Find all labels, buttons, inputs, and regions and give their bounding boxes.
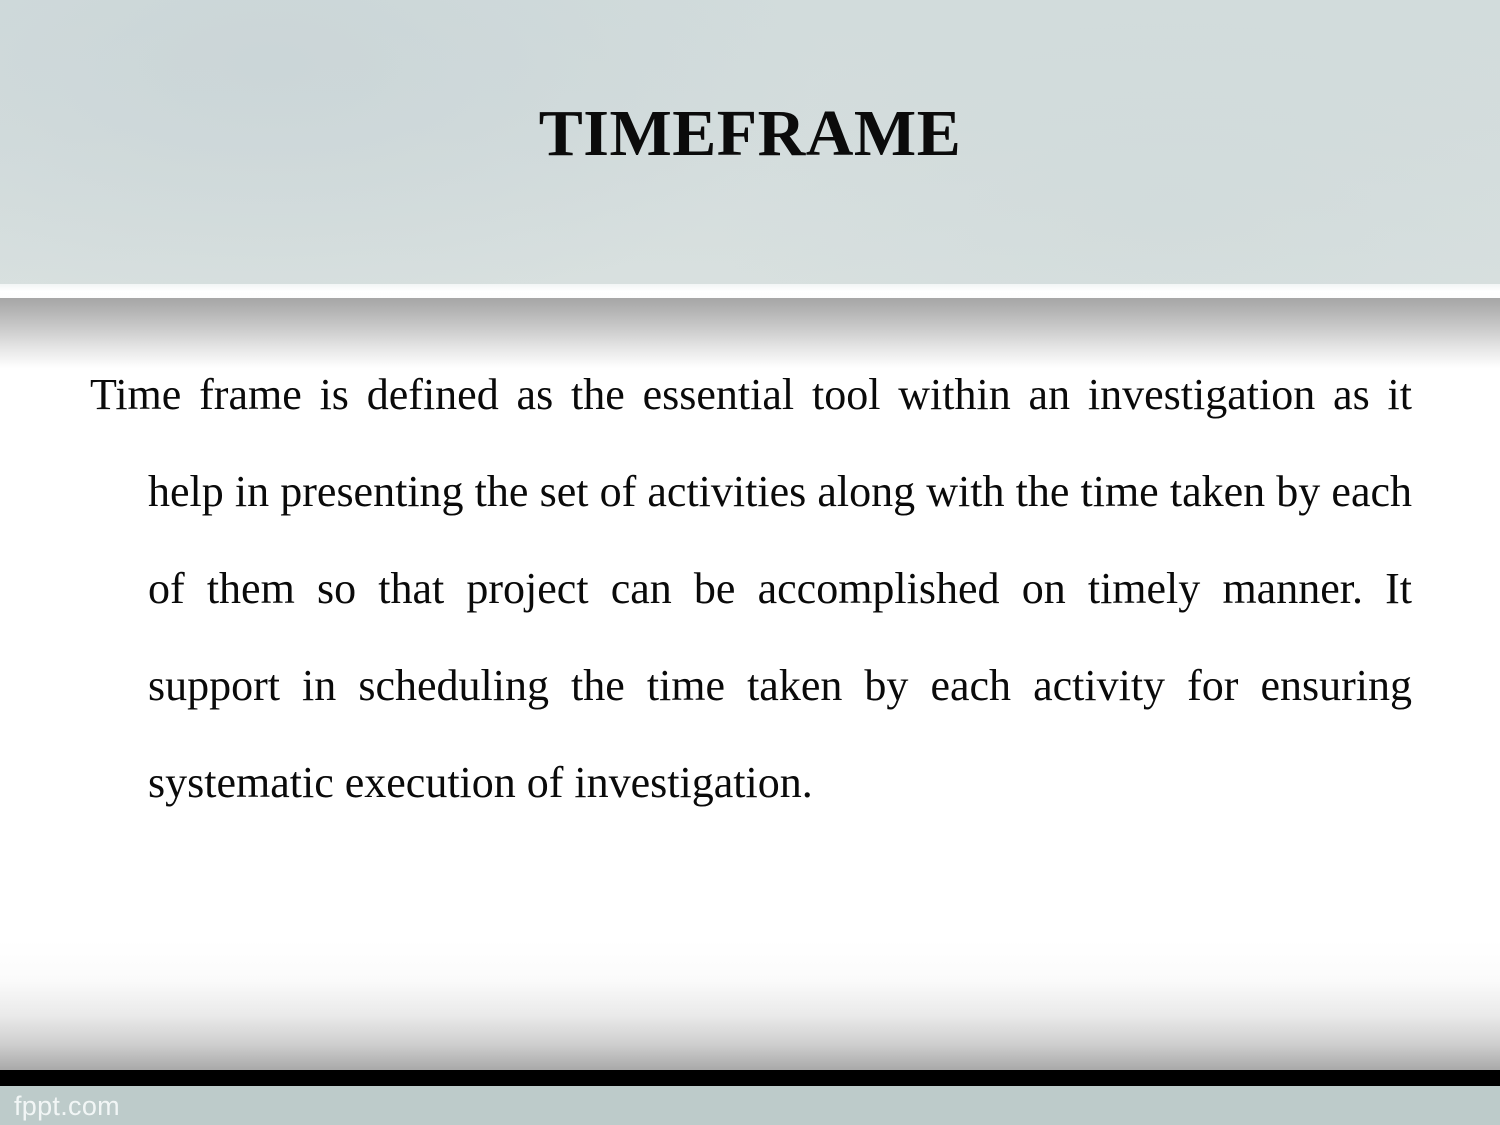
header-highlight-divider: [0, 284, 1500, 298]
footer-brand-label: fppt.com: [14, 1091, 120, 1121]
body-paragraph-block: Time frame is defined as the essential t…: [90, 346, 1412, 831]
presentation-slide: TIMEFRAME Time frame is defined as the e…: [0, 0, 1500, 1125]
footer-shadow-gradient: [0, 940, 1500, 1070]
body-paragraph: Time frame is defined as the essential t…: [90, 370, 1412, 807]
slide-body: Time frame is defined as the essential t…: [0, 368, 1500, 940]
page-title: TIMEFRAME: [538, 97, 962, 170]
slide-header-band: TIMEFRAME: [0, 0, 1500, 284]
slide-footer-band: fppt.com: [0, 1086, 1500, 1125]
footer-black-bar: [0, 1070, 1500, 1086]
